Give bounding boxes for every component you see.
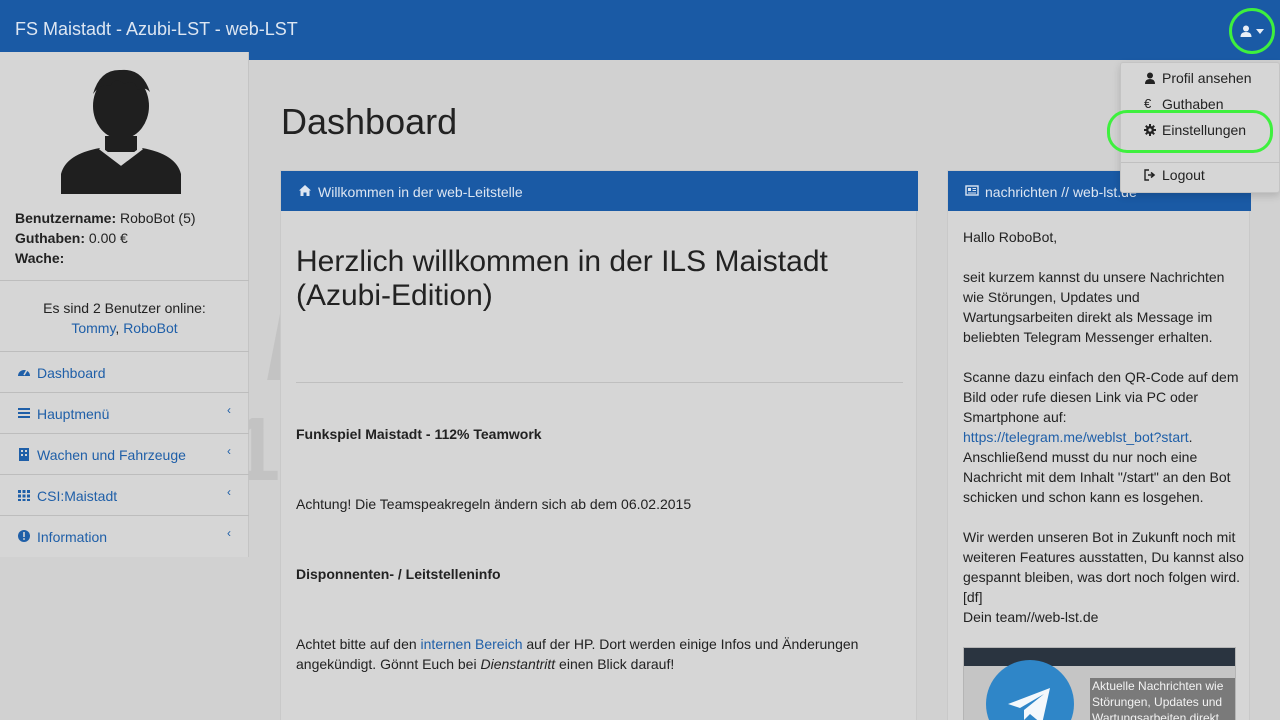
dispo-heading: Disponnenten- / Leitstelleninfo: [296, 566, 501, 582]
internal-area-link[interactable]: internen Bereich: [421, 636, 523, 652]
sidebar-item-label: Hauptmenü: [37, 406, 110, 422]
chevron-left-icon: ‹: [227, 526, 231, 540]
chevron-left-icon: ‹: [227, 403, 231, 417]
sidebar-item-label: Information: [37, 529, 108, 545]
teamspeak-notice: Achtung! Die Teamspeakregeln ändern sich…: [296, 496, 692, 512]
logout-icon: [1144, 169, 1156, 181]
welcome-panel-header: Willkommen in der web-Leitstelle: [281, 171, 918, 211]
menu-item-profile[interactable]: Profil ansehen: [1121, 68, 1280, 90]
bars-icon: [18, 408, 30, 418]
sidebar-item-dashboard[interactable]: Dashboard: [0, 351, 249, 392]
welcome-heading: Herzlich willkommen in der ILS Maistadt …: [296, 245, 828, 312]
user-info: Benutzername: RoboBot (5) Guthaben: 0.00…: [15, 208, 196, 268]
divider: [296, 382, 903, 383]
sidebar-item-hauptmenu[interactable]: Hauptmenü ‹: [0, 392, 249, 433]
dispo-info: Disponnenten- / Leitstelleninfo: [296, 564, 501, 584]
info-text: einen Blick darauf!: [555, 656, 675, 672]
news-paragraph: Scanne dazu einfach den QR-Code auf dem …: [963, 367, 1248, 447]
online-users: Es sind 2 Benutzer online: Tommy, RoboBo…: [0, 298, 249, 338]
welcome-panel: Willkommen in der web-Leitstelle Herzlic…: [280, 170, 918, 720]
username-label: Benutzername:: [15, 210, 117, 226]
menu-item-label: Profil ansehen: [1162, 70, 1252, 86]
chevron-left-icon: ‹: [227, 444, 231, 458]
settings-highlight-ring: [1107, 110, 1273, 153]
news-paragraph: Anschließend musst du nur noch eine Nach…: [963, 449, 1231, 505]
news-content: Hallo RoboBot, seit kurzem kannst du uns…: [963, 227, 1248, 647]
funkspiel-heading: Funkspiel Maistadt - 112% Teamwork: [296, 426, 542, 442]
sidebar-item-wachen[interactable]: Wachen und Fahrzeuge ‹: [0, 433, 249, 474]
welcome-panel-title: Willkommen in der web-Leitstelle: [318, 184, 523, 200]
user-icon: [1145, 72, 1155, 84]
dashboard-icon: [18, 369, 30, 376]
info-paragraph: Achtet bitte auf den internen Bereich au…: [296, 634, 896, 674]
news-paragraph: Wir werden unseren Bot in Zukunft noch m…: [963, 529, 1244, 605]
info-italic: Dienstantritt: [480, 656, 556, 672]
funkspiel-text: Funkspiel Maistadt - 112% Teamwork: [296, 424, 542, 444]
news-panel-title: nachrichten // web-lst.de: [985, 184, 1137, 200]
balance-label: Guthaben:: [15, 230, 85, 246]
sidebar-item-csi[interactable]: CSI:Maistadt ‹: [0, 474, 249, 515]
news-greeting: Hallo RoboBot,: [963, 229, 1058, 245]
euro-icon: €: [1144, 96, 1152, 111]
sidebar-item-label: Dashboard: [37, 365, 106, 381]
telegram-logo: [986, 660, 1074, 720]
newspaper-icon: [965, 185, 979, 196]
sidebar-item-label: CSI:Maistadt: [37, 488, 118, 504]
page-title: Dashboard: [281, 101, 458, 142]
app-brand[interactable]: FS Maistadt - Azubi-LST - web-LST: [15, 19, 298, 40]
info-text: Achtet bitte auf den: [296, 636, 421, 652]
avatar: [61, 69, 181, 194]
telegram-link[interactable]: https://telegram.me/weblst_bot?start: [963, 429, 1189, 445]
telegram-icon: [1008, 688, 1050, 720]
menu-item-logout[interactable]: Logout: [1121, 165, 1280, 187]
home-icon: [299, 185, 311, 196]
online-users-text: Es sind 2 Benutzer online:: [43, 300, 206, 316]
news-panel: nachrichten // web-lst.de Hallo RoboBot,…: [947, 170, 1251, 720]
news-text: Scanne dazu einfach den QR-Code auf dem …: [963, 369, 1239, 425]
image-caption: Aktuelle Nachrichten wie Störungen, Upda…: [1090, 678, 1235, 720]
menu-divider: [1121, 162, 1280, 163]
building-icon: [19, 448, 29, 461]
username-value: RoboBot (5): [120, 210, 196, 226]
sidebar: Benutzername: RoboBot (5) Guthaben: 0.00…: [0, 52, 249, 557]
top-navbar: FS Maistadt - Azubi-LST - web-LST: [0, 0, 1280, 60]
chevron-down-icon: [1256, 28, 1264, 34]
news-paragraph: seit kurzem kannst du unsere Nachrichten…: [963, 269, 1225, 345]
online-user-link[interactable]: RoboBot: [123, 320, 177, 336]
news-signature: Dein team//web-lst.de: [963, 609, 1099, 625]
telegram-image[interactable]: Aktuelle Nachrichten wie Störungen, Upda…: [963, 647, 1236, 720]
balance-value: 0.00 €: [88, 230, 128, 246]
menu-item-label: Logout: [1162, 167, 1205, 183]
news-text: .: [1188, 429, 1193, 445]
sidebar-item-information[interactable]: Information ‹: [0, 515, 249, 556]
sidebar-item-label: Wachen und Fahrzeuge: [37, 447, 186, 463]
station-label: Wache:: [15, 250, 65, 266]
divider: [0, 280, 249, 281]
user-icon: [1240, 25, 1252, 37]
chevron-left-icon: ‹: [227, 485, 231, 499]
user-menu-toggle[interactable]: [1229, 8, 1275, 54]
online-user-link[interactable]: Tommy: [71, 320, 115, 336]
info-icon: [18, 530, 30, 542]
grid-icon: [18, 490, 30, 501]
